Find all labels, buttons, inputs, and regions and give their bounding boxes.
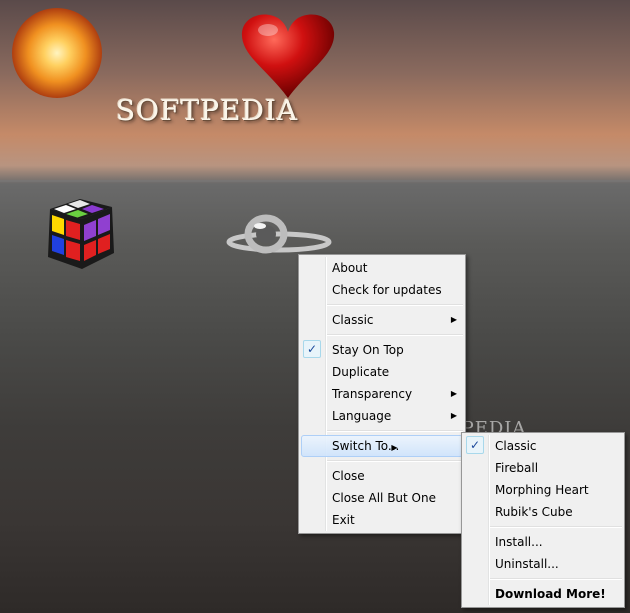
- submenu-item-uninstall[interactable]: Uninstall...: [462, 553, 624, 575]
- menu-separator: [299, 301, 465, 309]
- menu-item-label: About: [332, 261, 368, 275]
- fireball-widget[interactable]: [12, 8, 102, 98]
- context-menu: About Check for updates Classic ▶ ✓ Stay O…: [298, 254, 466, 534]
- submenu-arrow-icon: ▶: [391, 443, 398, 452]
- menu-item-stay-on-top[interactable]: ✓ Stay On Top: [299, 339, 465, 361]
- menu-item-duplicate[interactable]: Duplicate: [299, 361, 465, 383]
- menu-item-label: Install...: [495, 535, 543, 549]
- heart-widget[interactable]: [238, 10, 338, 100]
- submenu-arrow-icon: ▶: [450, 389, 457, 398]
- menu-item-label: Uninstall...: [495, 557, 559, 571]
- submenu-item-rubiks-cube[interactable]: Rubik's Cube: [462, 501, 624, 523]
- horizon-line: [0, 180, 630, 182]
- menu-item-transparency[interactable]: Transparency ▶: [299, 383, 465, 405]
- menu-item-label: Classic: [495, 439, 537, 453]
- submenu-arrow-icon: ▶: [450, 315, 457, 324]
- submenu-item-classic[interactable]: ✓ Classic: [462, 435, 624, 457]
- menu-item-label: Language: [332, 409, 392, 423]
- menu-item-label: Exit: [332, 513, 355, 527]
- menu-separator: [299, 331, 465, 339]
- menu-item-label: Rubik's Cube: [495, 505, 573, 519]
- menu-item-language[interactable]: Language ▶: [299, 405, 465, 427]
- submenu-item-download-more[interactable]: Download More!: [462, 583, 624, 605]
- menu-item-about[interactable]: About: [299, 257, 465, 279]
- menu-item-label: Duplicate: [332, 365, 390, 379]
- menu-item-label: Classic: [332, 313, 374, 327]
- submenu-item-morphing-heart[interactable]: Morphing Heart: [462, 479, 624, 501]
- softpedia-logo: SOFTPEDIA: [116, 94, 299, 127]
- menu-separator: [299, 457, 465, 465]
- checkmark-icon: ✓: [466, 436, 484, 454]
- menu-item-close[interactable]: Close: [299, 465, 465, 487]
- submenu-arrow-icon: ▶: [450, 411, 457, 420]
- menu-item-classic[interactable]: Classic ▶: [299, 309, 465, 331]
- menu-item-label: Download More!: [495, 587, 606, 601]
- menu-item-label: Morphing Heart: [495, 483, 589, 497]
- menu-item-label: Fireball: [495, 461, 539, 475]
- menu-item-label: Switch To...: [332, 439, 400, 453]
- rubik-cube-widget[interactable]: [42, 195, 120, 273]
- menu-item-switch-to[interactable]: Switch To...▶: [299, 435, 465, 457]
- menu-item-label: Check for updates: [332, 283, 442, 297]
- menu-item-label: Close: [332, 469, 365, 483]
- menu-separator: [299, 427, 465, 435]
- menu-item-label: Transparency: [332, 387, 413, 401]
- switch-to-submenu: ✓ Classic Fireball Morphing Heart Rubik's…: [461, 432, 625, 608]
- menu-item-label: Stay On Top: [332, 343, 404, 357]
- menu-separator: [462, 523, 624, 531]
- menu-item-check-updates[interactable]: Check for updates: [299, 279, 465, 301]
- menu-item-close-all-but-one[interactable]: Close All But One: [299, 487, 465, 509]
- submenu-item-install[interactable]: Install...: [462, 531, 624, 553]
- menu-separator: [462, 575, 624, 583]
- menu-item-label: Close All But One: [332, 491, 436, 505]
- submenu-item-fireball[interactable]: Fireball: [462, 457, 624, 479]
- checkmark-icon: ✓: [303, 340, 321, 358]
- menu-item-exit[interactable]: Exit: [299, 509, 465, 531]
